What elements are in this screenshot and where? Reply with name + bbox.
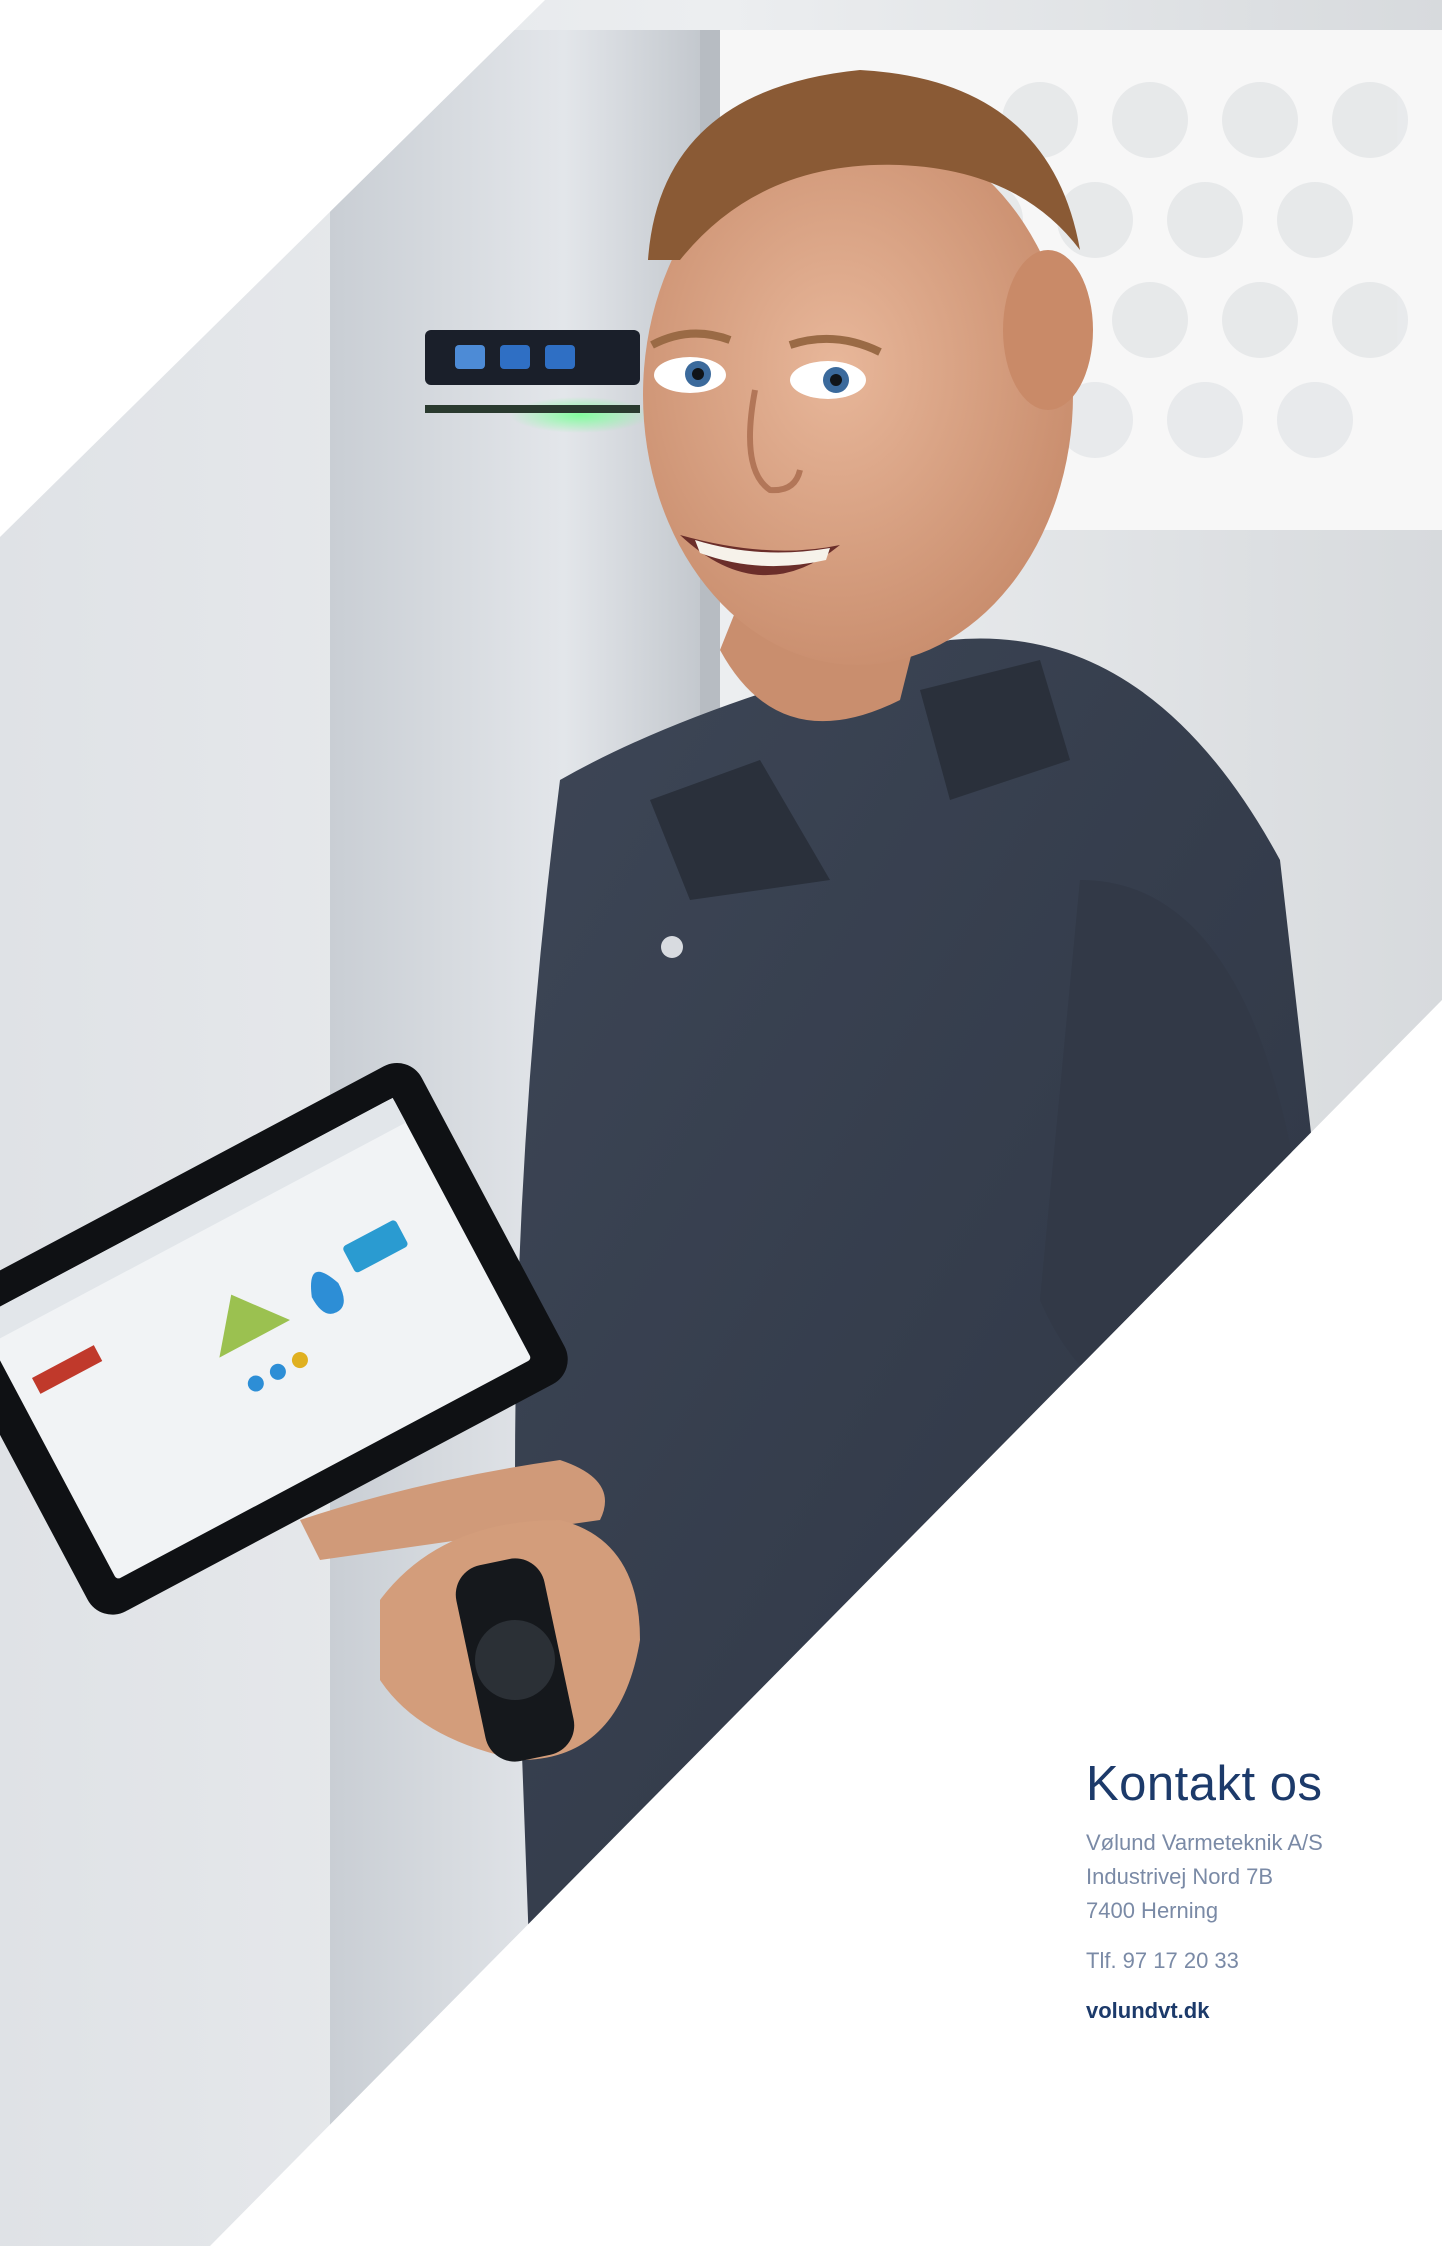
city-address: 7400 Herning bbox=[1086, 1897, 1219, 1923]
street-address: Industrivej Nord 7B bbox=[1086, 1863, 1274, 1889]
contact-block: Kontakt os Vølund Varmeteknik A/S Indust… bbox=[1086, 1757, 1426, 2028]
phone-number: Tlf. 97 17 20 33 bbox=[1086, 1947, 1239, 1973]
website-link[interactable]: volundvt.dk bbox=[1086, 1994, 1426, 2028]
contact-heading: Kontakt os bbox=[1086, 1757, 1323, 1811]
brochure-back-cover: Kontakt os Vølund Varmeteknik A/S Indust… bbox=[0, 0, 1442, 2246]
company-name: Vølund Varmeteknik A/S bbox=[1086, 1829, 1323, 1855]
